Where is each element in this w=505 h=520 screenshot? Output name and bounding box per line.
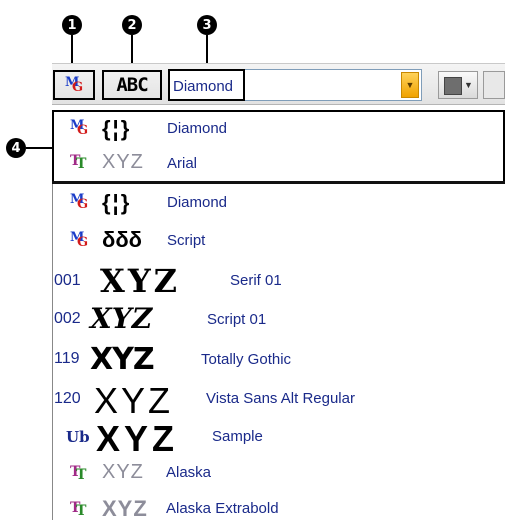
font-sample: XYZ bbox=[94, 380, 174, 421]
font-sample: {¦} bbox=[102, 116, 132, 141]
font-list-item[interactable]: 001 XYZ Serif 01 bbox=[52, 262, 505, 300]
callout-2: 2 bbox=[122, 15, 142, 35]
font-list-item[interactable]: TT XYZ Alaska bbox=[52, 458, 505, 490]
chevron-down-icon[interactable]: ▼ bbox=[401, 72, 419, 98]
font-sample: XYZ bbox=[90, 302, 153, 335]
font-sample: XYZ bbox=[96, 418, 179, 459]
font-select-highlight bbox=[168, 69, 245, 101]
font-sample: δδδ bbox=[102, 227, 143, 252]
font-list-item[interactable]: TT XYZ Alaska Extrabold bbox=[52, 494, 505, 520]
font-name: Serif 01 bbox=[230, 272, 282, 289]
toolbar-button-partial[interactable] bbox=[483, 71, 505, 99]
font-name: Arial bbox=[167, 155, 198, 172]
font-number: 001 bbox=[54, 272, 81, 289]
font-sample: XYZ bbox=[102, 151, 144, 173]
font-list-item[interactable]: 120 XYZ Vista Sans Alt Regular bbox=[52, 380, 505, 421]
font-sample: XYZ bbox=[102, 496, 148, 520]
callout-3: 3 bbox=[197, 15, 217, 35]
font-list-item[interactable]: MG δδδ Script bbox=[52, 226, 505, 258]
color-swatch-icon bbox=[444, 77, 462, 95]
list-separator bbox=[52, 181, 505, 184]
callout-4: 4 bbox=[6, 138, 26, 158]
font-name: Alaska bbox=[166, 464, 212, 481]
font-name: Diamond bbox=[167, 120, 228, 137]
recent-font-item[interactable]: TT XYZ Arial bbox=[52, 147, 505, 179]
font-name: Totally Gothic bbox=[201, 351, 292, 368]
font-sample: {¦} bbox=[102, 190, 132, 215]
font-list-item[interactable]: Ub XYZ Sample bbox=[52, 418, 505, 459]
color-picker-button[interactable]: ▼ bbox=[438, 71, 478, 99]
font-list-item[interactable]: 119 XYZ Totally Gothic bbox=[52, 342, 505, 378]
callout-1: 1 bbox=[62, 15, 82, 35]
font-sample: XYZ bbox=[102, 461, 144, 483]
font-name: Vista Sans Alt Regular bbox=[206, 390, 355, 407]
font-list-item[interactable]: MG {¦} Diamond bbox=[52, 188, 505, 220]
font-name: Sample bbox=[212, 428, 263, 445]
recent-font-item[interactable]: MG {¦} Diamond bbox=[52, 114, 505, 146]
font-name: Alaska Extrabold bbox=[166, 500, 279, 517]
font-name: Script 01 bbox=[207, 311, 267, 328]
font-number: 119 bbox=[54, 350, 80, 367]
user-defined-icon: Ub bbox=[66, 428, 90, 446]
font-name: Diamond bbox=[167, 194, 228, 211]
font-sample: XYZ bbox=[100, 262, 181, 300]
font-preview-abc[interactable]: ABC bbox=[102, 70, 162, 100]
font-list-item[interactable]: 002 XYZ Script 01 bbox=[52, 302, 505, 336]
callout-4-leader bbox=[26, 147, 52, 149]
font-name: Script bbox=[167, 232, 206, 249]
font-sample: XYZ bbox=[90, 342, 155, 377]
font-type-icon-box[interactable]: MG bbox=[53, 70, 95, 100]
chevron-down-icon: ▼ bbox=[464, 80, 473, 90]
font-number: 002 bbox=[54, 310, 81, 327]
font-number: 120 bbox=[54, 390, 81, 407]
